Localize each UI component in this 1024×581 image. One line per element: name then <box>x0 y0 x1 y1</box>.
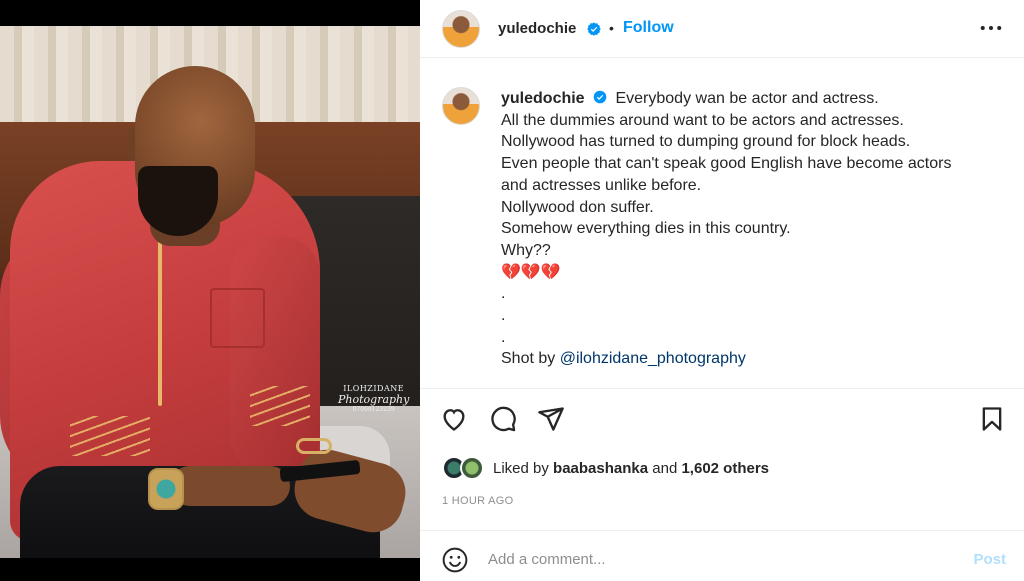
post-photo[interactable]: ILOHZIDANE Photography 07066123239 <box>0 26 420 558</box>
comment-input[interactable] <box>488 543 948 575</box>
caption-line: Nollywood don suffer. <box>501 198 654 216</box>
author-avatar[interactable] <box>442 10 480 48</box>
share-icon <box>538 407 564 431</box>
instagram-post-modal: ILOHZIDANE Photography 07066123239 yuled… <box>0 0 1024 581</box>
like-button[interactable] <box>440 405 470 435</box>
caption-line: Why?? <box>501 241 551 259</box>
follow-button[interactable]: Follow <box>623 19 674 37</box>
photographer-mention-link[interactable]: @ilohzidane_photography <box>560 350 746 367</box>
liker-avatar[interactable] <box>460 456 484 480</box>
more-options-icon[interactable] <box>980 20 1002 36</box>
caption-line: and actresses unlike before. <box>501 176 702 194</box>
left-hand <box>170 466 290 506</box>
comment-button[interactable] <box>489 405 519 435</box>
shot-by-prefix: Shot by <box>501 350 560 368</box>
author-username[interactable]: yuledochie <box>498 20 576 37</box>
caption-line: Even people that can't speak good Englis… <box>501 155 952 173</box>
caption-username[interactable]: yuledochie <box>501 90 585 107</box>
likes-count-link[interactable]: 1,602 others <box>681 460 769 477</box>
post-header: yuledochie • Follow <box>420 0 1024 58</box>
gold-bracelet <box>296 438 332 454</box>
shot-by-line: Shot by @ilohzidane_photography <box>501 348 1001 370</box>
caption-line: . <box>501 285 506 303</box>
caption-line: . <box>501 307 506 325</box>
watermark-phone: 07066123239 <box>352 406 395 413</box>
caption-first-line: yuledochie Everybody wan be actor and ac… <box>501 88 1001 110</box>
likes-summary: Liked by baabashanka and 1,602 others <box>442 456 1002 482</box>
caption-author-avatar[interactable] <box>442 87 480 125</box>
caption-section: yuledochie Everybody wan be actor and ac… <box>420 66 1024 386</box>
man-figure <box>0 26 420 558</box>
broken-heart-emojis: 💔💔💔 <box>501 263 561 281</box>
liked-by-username[interactable]: baabashanka <box>553 460 648 477</box>
action-bar <box>420 388 1024 450</box>
verified-badge-icon <box>593 90 607 104</box>
comment-icon <box>491 406 516 432</box>
watermark-script: Photography <box>338 393 410 406</box>
caption-text: yuledochie Everybody wan be actor and ac… <box>501 88 1001 370</box>
heart-icon <box>443 409 465 431</box>
verified-badge-icon <box>587 22 601 36</box>
header-separator: • <box>609 20 614 36</box>
caption-line: Everybody wan be actor and actress. <box>615 90 879 107</box>
post-media: ILOHZIDANE Photography 07066123239 <box>0 0 420 581</box>
photographer-watermark: ILOHZIDANE Photography 07066123239 <box>338 384 409 413</box>
save-button[interactable] <box>978 405 1008 435</box>
right-cuff <box>250 386 310 426</box>
bookmark-icon <box>982 407 1002 431</box>
share-button[interactable] <box>537 405 567 435</box>
caption-line: . <box>501 328 506 346</box>
shirt-placket <box>158 226 162 406</box>
comment-bar: Post <box>420 530 1024 581</box>
post-comment-button[interactable]: Post <box>973 551 1006 568</box>
caption-line: All the dummies around want to be actors… <box>501 111 904 129</box>
likes-text: Liked by baabashanka and 1,602 others <box>493 460 769 477</box>
left-cuff <box>70 416 150 456</box>
post-timestamp[interactable]: 1 HOUR AGO <box>442 495 513 507</box>
post-details-panel: yuledochie • Follow yuledochie Everybody… <box>420 0 1024 581</box>
caption-line: Nollywood has turned to dumping ground f… <box>501 133 911 151</box>
likes-middle: and <box>648 460 682 477</box>
watermark-brand: ILOHZIDANE <box>343 384 405 393</box>
emoji-icon[interactable] <box>442 547 468 573</box>
wristwatch <box>148 468 184 510</box>
likes-prefix: Liked by <box>493 460 554 477</box>
shirt-pocket <box>210 288 265 348</box>
caption-line: Somehow everything dies in this country. <box>501 220 791 238</box>
